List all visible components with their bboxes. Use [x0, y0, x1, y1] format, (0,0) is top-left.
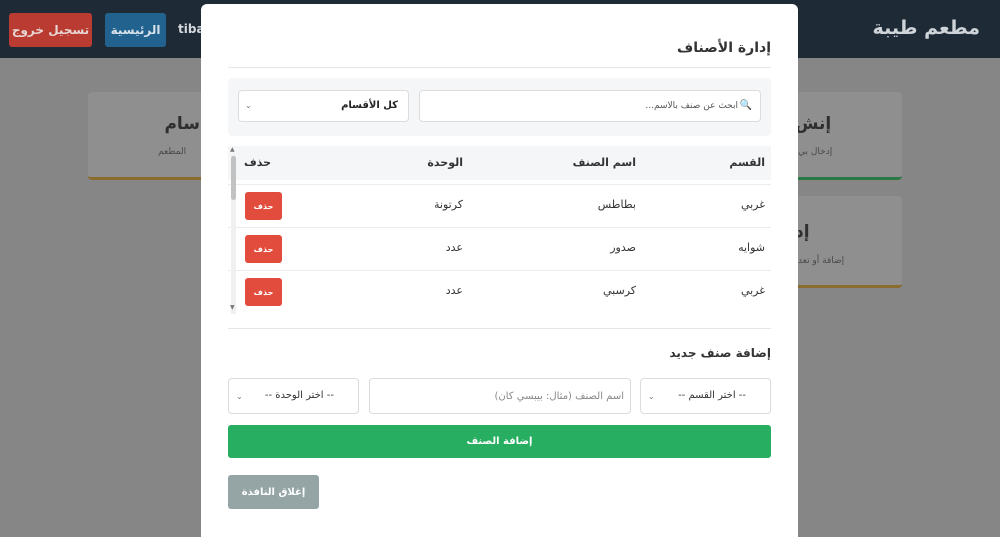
card-subtitle: المطعم — [158, 147, 187, 157]
delete-button[interactable]: حذف — [245, 278, 282, 306]
dashboard-card[interactable]: إد إضافة أو تعد — [790, 196, 902, 288]
manage-items-modal: إدارة الأصناف 🔍 كل الأقسام ⌄ القسم اسم ا… — [201, 4, 798, 537]
header-delete: حذف — [243, 156, 271, 169]
item-name-input[interactable] — [374, 379, 624, 413]
home-button[interactable]: الرئيسية — [105, 13, 166, 47]
delete-button[interactable]: حذف — [245, 192, 282, 220]
search-icon: 🔍 — [739, 100, 752, 111]
modal-title: إدارة الأصناف — [677, 40, 771, 56]
table-scrollbar[interactable]: ▲ ▼ — [230, 146, 236, 314]
cell-name: كرسبي — [602, 284, 636, 297]
unit-select-value: -- اختر الوحدة -- — [264, 390, 334, 401]
chevron-down-icon: ⌄ — [648, 392, 655, 401]
divider — [228, 67, 771, 68]
card-subtitle: إدخال بي — [798, 147, 833, 157]
search-box[interactable]: 🔍 — [419, 90, 761, 122]
cell-unit: عدد — [445, 284, 463, 297]
scroll-up-icon[interactable]: ▲ — [230, 146, 235, 153]
header-unit: الوحدة — [427, 156, 463, 169]
table-row: غربي بطاطس كرتونة حذف — [228, 184, 771, 227]
table-row: غربي كرسبي عدد حذف — [228, 270, 771, 313]
logout-button[interactable]: تسجيل خروج — [9, 13, 92, 47]
chevron-down-icon: ⌄ — [236, 392, 243, 401]
brand-title: مطعم طيبة — [872, 17, 980, 39]
cell-category: شوايه — [738, 241, 765, 254]
new-item-unit-select[interactable]: -- اختر الوحدة -- ⌄ — [228, 378, 359, 414]
new-item-category-select[interactable]: -- اختر القسم -- ⌄ — [640, 378, 771, 414]
delete-button[interactable]: حذف — [245, 235, 282, 263]
card-title: سام — [164, 114, 200, 134]
card-title: إنش — [795, 114, 832, 134]
add-item-button[interactable]: إضافة الصنف — [228, 425, 771, 458]
divider — [228, 328, 771, 329]
cell-unit: عدد — [445, 241, 463, 254]
cell-category: غربي — [740, 198, 765, 211]
header-name: اسم الصنف — [572, 156, 636, 169]
close-modal-button[interactable]: إغلاق النافذة — [228, 475, 319, 509]
scrollbar-thumb[interactable] — [231, 156, 236, 200]
category-filter-value: كل الأقسام — [341, 100, 398, 111]
cell-unit: كرتونة — [433, 198, 463, 211]
chevron-down-icon: ⌄ — [245, 101, 252, 110]
header-category: القسم — [729, 156, 765, 169]
category-filter-select[interactable]: كل الأقسام ⌄ — [238, 90, 409, 122]
add-item-title: إضافة صنف جديد — [669, 346, 771, 360]
dashboard-card[interactable]: إنش إدخال بي — [790, 92, 902, 180]
cell-name: بطاطس — [597, 198, 636, 211]
table-header: القسم اسم الصنف الوحدة حذف — [228, 146, 771, 180]
new-item-name-field[interactable] — [369, 378, 631, 414]
table-row: شوايه صدور عدد حذف — [228, 227, 771, 270]
items-table: القسم اسم الصنف الوحدة حذف غربي بطاطس كر… — [228, 146, 771, 314]
card-subtitle: إضافة أو تعد — [798, 256, 845, 266]
cell-name: صدور — [610, 241, 636, 254]
cell-category: غربي — [740, 284, 765, 297]
search-input[interactable] — [438, 91, 738, 121]
category-select-value: -- اختر القسم -- — [678, 390, 746, 401]
scroll-down-icon[interactable]: ▼ — [230, 304, 235, 311]
dashboard-card[interactable]: سام المطعم — [88, 92, 210, 180]
filter-bar: 🔍 كل الأقسام ⌄ — [228, 78, 771, 136]
